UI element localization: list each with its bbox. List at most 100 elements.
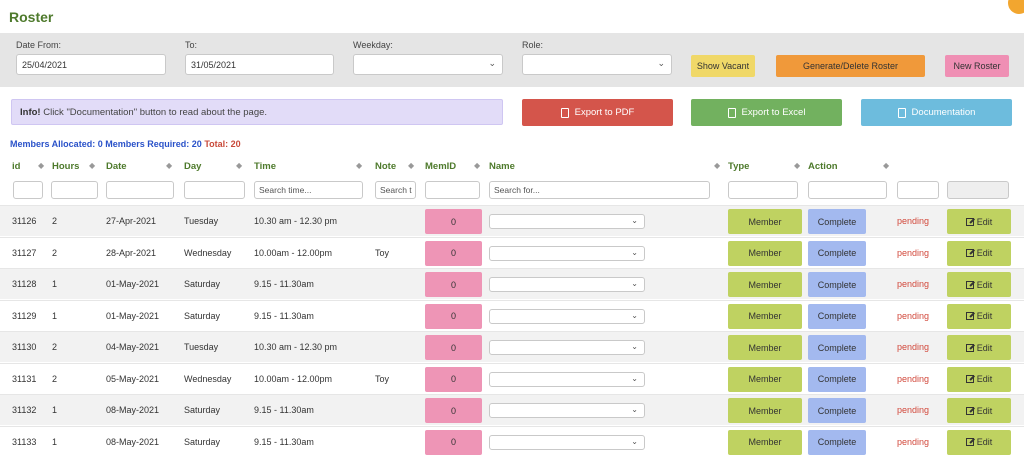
memid-badge[interactable]: 0 — [425, 429, 482, 455]
memid-badge[interactable]: 0 — [425, 335, 482, 360]
cell-date: 01-May-2021 — [106, 279, 160, 289]
col-header-day[interactable]: Day — [184, 161, 201, 172]
export-pdf-button[interactable]: Export to PDF — [522, 99, 673, 126]
chevron-down-icon: ⌄ — [631, 373, 638, 383]
complete-button[interactable]: Complete — [808, 303, 866, 329]
date-from-input[interactable]: 25/04/2021 — [16, 54, 166, 75]
search-hours-input[interactable] — [51, 181, 98, 199]
type-button[interactable]: Member — [728, 429, 802, 455]
search-id-input[interactable] — [13, 181, 43, 199]
search-note-input[interactable]: Search t — [375, 181, 416, 199]
edit-button[interactable]: Edit — [947, 209, 1011, 234]
col-header-hours[interactable]: Hours — [52, 161, 79, 172]
search-name-input[interactable]: Search for... — [489, 181, 710, 199]
type-button[interactable]: Member — [728, 398, 802, 423]
sort-arrows-icon[interactable]: ◆ — [408, 161, 414, 170]
edit-button[interactable]: Edit — [947, 272, 1011, 297]
memid-badge[interactable]: 0 — [425, 272, 482, 297]
type-button[interactable]: Member — [728, 335, 802, 360]
type-button[interactable]: Member — [728, 209, 802, 234]
memid-badge[interactable]: 0 — [425, 209, 482, 234]
memid-badge[interactable]: 0 — [425, 366, 482, 392]
search-day-input[interactable] — [184, 181, 245, 199]
member-name-select[interactable]: ⌄ — [489, 214, 645, 229]
sort-arrows-icon[interactable]: ◆ — [714, 161, 720, 170]
complete-button[interactable]: Complete — [808, 335, 866, 360]
memid-badge[interactable]: 0 — [425, 240, 482, 266]
cell-day: Saturday — [184, 405, 221, 415]
member-name-select[interactable]: ⌄ — [489, 308, 645, 324]
cell-hours: 1 — [52, 310, 58, 321]
type-button[interactable]: Member — [728, 303, 802, 329]
new-roster-button[interactable]: New Roster — [945, 55, 1009, 77]
allocated-count: 0 — [97, 139, 103, 149]
table-row: 31128 1 01-May-2021 Saturday 9.15 - 11.30am 0… — [0, 268, 1024, 299]
col-header-date[interactable]: Date — [106, 161, 127, 172]
sort-arrows-icon[interactable]: ◆ — [38, 161, 44, 170]
member-name-select[interactable]: ⌄ — [489, 245, 645, 261]
cell-date: 04-May-2021 — [106, 342, 160, 352]
edit-button[interactable]: Edit — [947, 335, 1011, 360]
sort-arrows-icon[interactable]: ◆ — [794, 161, 800, 170]
edit-icon — [965, 406, 974, 415]
search-action-input[interactable] — [808, 181, 887, 199]
cell-date: 28-Apr-2021 — [106, 247, 157, 258]
complete-button[interactable]: Complete — [808, 209, 866, 234]
corner-badge-icon[interactable] — [1008, 0, 1024, 14]
search-date-input[interactable] — [106, 181, 174, 199]
search-time-input[interactable]: Search time... — [254, 181, 363, 199]
type-button[interactable]: Member — [728, 366, 802, 392]
complete-button[interactable]: Complete — [808, 240, 866, 266]
status-text: pending — [897, 247, 930, 258]
cell-note: Toy — [375, 373, 390, 384]
edit-button[interactable]: Edit — [947, 398, 1011, 423]
col-header-action[interactable]: Action — [808, 161, 838, 172]
status-text: pending — [897, 405, 930, 415]
edit-button[interactable]: Edit — [947, 240, 1011, 266]
member-name-select[interactable]: ⌄ — [489, 340, 645, 355]
cell-day: Tuesday — [184, 342, 219, 352]
col-header-memid[interactable]: MemID — [425, 161, 456, 172]
col-header-type[interactable]: Type — [728, 161, 749, 172]
cell-time: 9.15 - 11.30am — [254, 310, 314, 321]
edit-button[interactable]: Edit — [947, 366, 1011, 392]
member-name-select[interactable]: ⌄ — [489, 403, 645, 418]
weekday-select[interactable]: ⌄ — [353, 54, 503, 75]
memid-badge[interactable]: 0 — [425, 303, 482, 329]
member-name-select[interactable]: ⌄ — [489, 277, 645, 292]
sort-arrows-icon[interactable]: ◆ — [236, 161, 242, 170]
col-header-id[interactable]: id — [12, 161, 20, 172]
sort-arrows-icon[interactable]: ◆ — [166, 161, 172, 170]
show-vacant-button[interactable]: Show Vacant — [691, 55, 755, 77]
memid-badge[interactable]: 0 — [425, 398, 482, 423]
search-status-input[interactable] — [897, 181, 939, 199]
cell-id: 31127 — [12, 247, 37, 258]
edit-button[interactable]: Edit — [947, 303, 1011, 329]
date-to-input[interactable]: 31/05/2021 — [185, 54, 334, 75]
complete-button[interactable]: Complete — [808, 429, 866, 455]
complete-button[interactable]: Complete — [808, 398, 866, 423]
member-name-select[interactable]: ⌄ — [489, 434, 645, 450]
edit-button[interactable]: Edit — [947, 429, 1011, 455]
generate-delete-roster-button[interactable]: Generate/Delete Roster — [776, 55, 925, 77]
documentation-button[interactable]: Documentation — [861, 99, 1012, 126]
export-excel-button[interactable]: Export to Excel — [691, 99, 842, 126]
search-memid-input[interactable] — [425, 181, 480, 199]
table-row: 31133 1 08-May-2021 Saturday 9.15 - 11.30am 0… — [0, 425, 1024, 457]
col-header-time[interactable]: Time — [254, 161, 276, 172]
col-header-name[interactable]: Name — [489, 161, 515, 172]
sort-arrows-icon[interactable]: ◆ — [356, 161, 362, 170]
member-name-select[interactable]: ⌄ — [489, 371, 645, 387]
col-header-note[interactable]: Note — [375, 161, 396, 172]
role-select[interactable]: ⌄ — [522, 54, 672, 75]
type-button[interactable]: Member — [728, 240, 802, 266]
chevron-down-icon: ⌄ — [488, 58, 496, 68]
type-button[interactable]: Member — [728, 272, 802, 297]
search-type-input[interactable] — [728, 181, 798, 199]
sort-arrows-icon[interactable]: ◆ — [883, 161, 889, 170]
sort-arrows-icon[interactable]: ◆ — [474, 161, 480, 170]
complete-button[interactable]: Complete — [808, 366, 866, 392]
complete-button[interactable]: Complete — [808, 272, 866, 297]
sort-arrows-icon[interactable]: ◆ — [89, 161, 95, 170]
status-text: pending — [897, 216, 930, 226]
